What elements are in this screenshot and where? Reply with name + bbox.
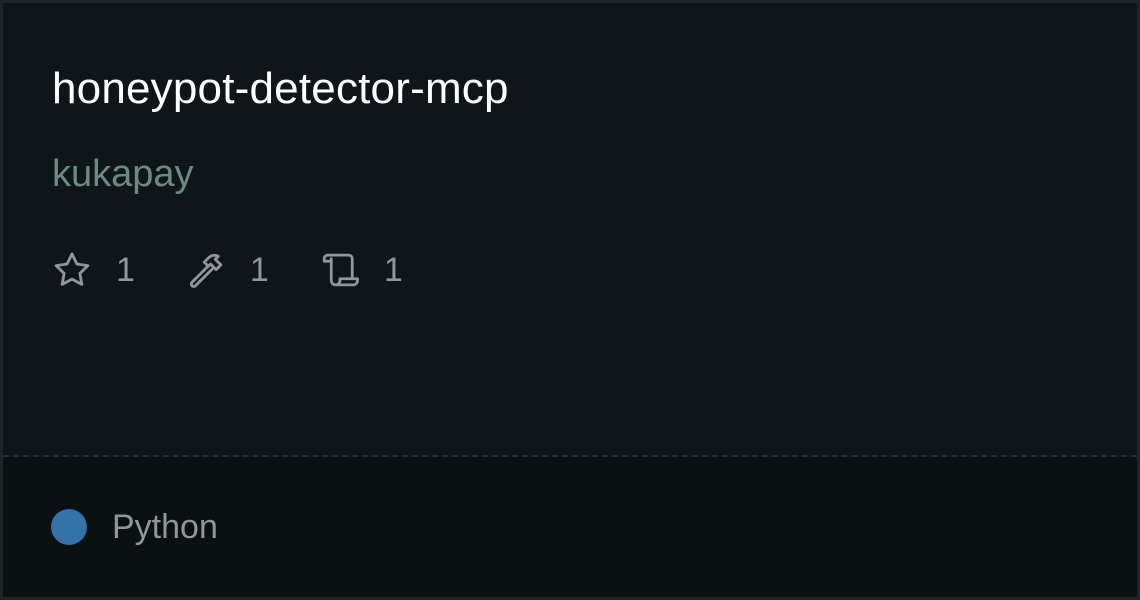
stat-prompts: 1 <box>319 249 403 291</box>
language-name: Python <box>112 508 218 546</box>
stars-count: 1 <box>116 251 135 289</box>
scroll-icon <box>319 249 361 291</box>
repo-name[interactable]: honeypot-detector-mcp <box>52 61 509 117</box>
repo-owner[interactable]: kukapay <box>52 150 194 198</box>
repo-card[interactable]: honeypot-detector-mcp kukapay 1 1 1 Pyth… <box>0 0 1140 600</box>
stat-stars: 1 <box>51 249 135 291</box>
prompts-count: 1 <box>383 251 403 289</box>
language-indicator: Python <box>51 506 218 548</box>
stat-tools: 1 <box>185 249 269 291</box>
hammer-icon <box>185 249 227 291</box>
stats-row: 1 1 1 <box>51 246 453 294</box>
star-icon <box>51 249 93 291</box>
card-header: honeypot-detector-mcp kukapay 1 1 1 <box>3 3 1137 455</box>
tools-count: 1 <box>249 251 269 289</box>
card-footer: Python <box>3 457 1137 597</box>
language-color-dot <box>51 509 87 545</box>
